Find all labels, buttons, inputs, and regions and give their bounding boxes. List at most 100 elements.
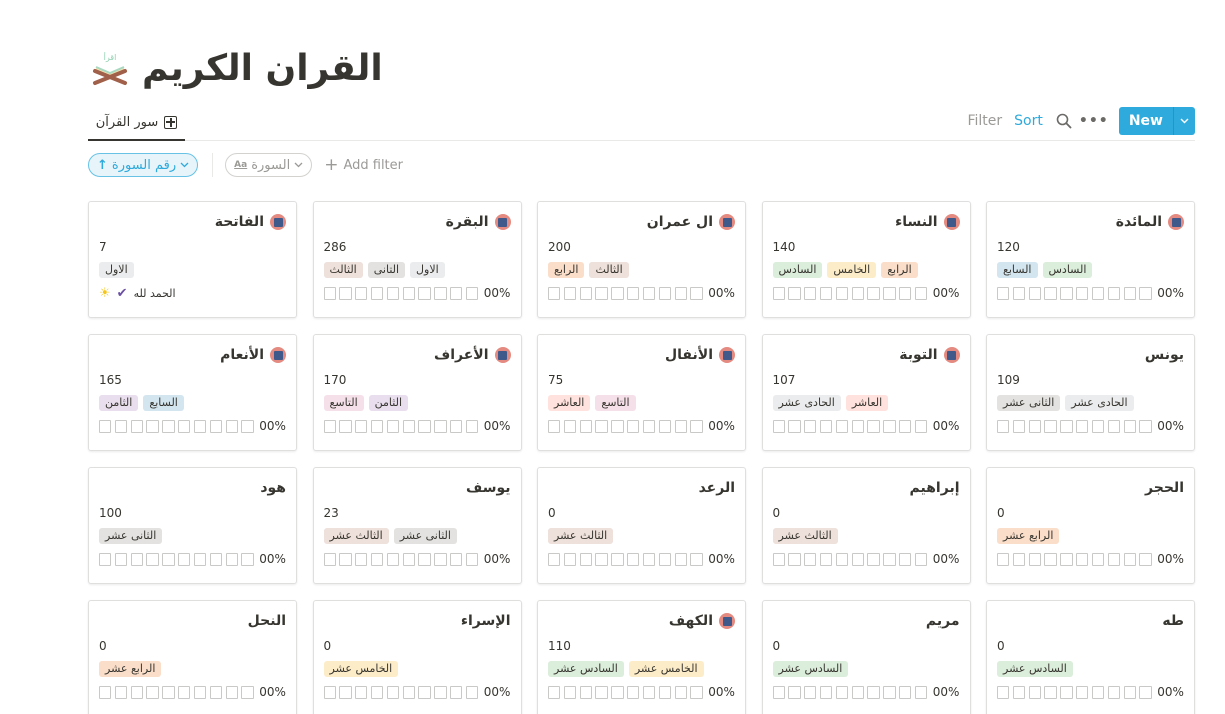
progress-checkbox[interactable]	[99, 552, 112, 566]
sort-button[interactable]: Sort	[1008, 113, 1049, 129]
progress-checkbox[interactable]	[579, 685, 592, 699]
progress-checkbox[interactable]	[355, 552, 368, 566]
progress-checkbox[interactable]	[434, 419, 447, 433]
progress-checkbox[interactable]	[323, 552, 336, 566]
progress-checkbox[interactable]	[674, 552, 687, 566]
progress-checkbox[interactable]	[883, 286, 896, 300]
progress-checkbox[interactable]	[418, 685, 431, 699]
surah-card[interactable]: ال عمران 200 الرابع الثالث 00%	[537, 201, 746, 318]
progress-checkbox[interactable]	[1076, 286, 1089, 300]
progress-checkbox[interactable]	[914, 419, 928, 433]
progress-checkbox[interactable]	[851, 685, 864, 699]
progress-checkbox[interactable]	[450, 286, 463, 300]
progress-checkbox[interactable]	[386, 286, 400, 300]
progress-checkbox[interactable]	[548, 286, 561, 300]
progress-checkbox[interactable]	[162, 552, 175, 566]
progress-checkbox[interactable]	[1028, 685, 1041, 699]
progress-checkbox[interactable]	[1044, 685, 1057, 699]
progress-checkbox[interactable]	[658, 419, 672, 433]
progress-checkbox[interactable]	[402, 286, 415, 300]
progress-checkbox[interactable]	[241, 685, 254, 699]
progress-checkbox[interactable]	[1060, 419, 1073, 433]
progress-checkbox[interactable]	[225, 685, 238, 699]
progress-checkbox[interactable]	[1091, 685, 1105, 699]
progress-checkbox[interactable]	[193, 685, 207, 699]
quran-book-stand-icon[interactable]: اقرأ	[90, 49, 130, 89]
progress-checkbox[interactable]	[690, 552, 703, 566]
progress-checkbox[interactable]	[563, 419, 577, 433]
search-button[interactable]	[1049, 107, 1079, 135]
progress-checkbox[interactable]	[563, 552, 577, 566]
progress-checkbox[interactable]	[386, 685, 400, 699]
progress-checkbox[interactable]	[997, 685, 1010, 699]
progress-checkbox[interactable]	[434, 685, 447, 699]
progress-checkbox[interactable]	[209, 685, 223, 699]
progress-checkbox[interactable]	[465, 419, 479, 433]
progress-checkbox[interactable]	[339, 419, 352, 433]
surah-card[interactable]: الحجر 0 الرابع عشر 00%	[986, 467, 1195, 584]
progress-checkbox[interactable]	[450, 419, 463, 433]
progress-checkbox[interactable]	[611, 685, 624, 699]
progress-checkbox[interactable]	[1107, 685, 1121, 699]
progress-checkbox[interactable]	[835, 419, 849, 433]
progress-checkbox[interactable]	[1012, 685, 1026, 699]
progress-checkbox[interactable]	[1028, 286, 1041, 300]
progress-checkbox[interactable]	[642, 286, 656, 300]
filter-button[interactable]: Filter	[961, 113, 1008, 129]
progress-checkbox[interactable]	[193, 552, 207, 566]
progress-checkbox[interactable]	[883, 419, 896, 433]
progress-checkbox[interactable]	[225, 419, 238, 433]
progress-checkbox[interactable]	[1012, 286, 1026, 300]
progress-checkbox[interactable]	[867, 286, 880, 300]
progress-checkbox[interactable]	[788, 286, 801, 300]
progress-checkbox[interactable]	[772, 419, 785, 433]
progress-checkbox[interactable]	[130, 419, 143, 433]
progress-checkbox[interactable]	[1107, 286, 1121, 300]
tab-quran-surahs[interactable]: سور القرآن	[88, 105, 185, 141]
progress-checkbox[interactable]	[642, 685, 656, 699]
progress-checkbox[interactable]	[867, 419, 880, 433]
new-dropdown-button[interactable]	[1173, 107, 1195, 135]
progress-checkbox[interactable]	[867, 552, 880, 566]
progress-checkbox[interactable]	[130, 685, 143, 699]
surah-card[interactable]: النحل 0 الرابع عشر 00%	[88, 600, 297, 714]
progress-checkbox[interactable]	[899, 419, 912, 433]
progress-checkbox[interactable]	[1091, 419, 1105, 433]
progress-checkbox[interactable]	[162, 419, 175, 433]
progress-checkbox[interactable]	[225, 552, 238, 566]
surah-card[interactable]: يونس 109 الثانى عشر الحادى عشر 00%	[986, 334, 1195, 451]
progress-checkbox[interactable]	[1044, 552, 1057, 566]
progress-checkbox[interactable]	[241, 419, 254, 433]
progress-checkbox[interactable]	[386, 552, 400, 566]
progress-checkbox[interactable]	[339, 685, 352, 699]
progress-checkbox[interactable]	[642, 419, 656, 433]
progress-checkbox[interactable]	[772, 552, 785, 566]
progress-checkbox[interactable]	[1123, 685, 1136, 699]
progress-checkbox[interactable]	[114, 685, 128, 699]
surah-card[interactable]: الفاتحة 7 الاول ☀ ✔ الحمد لله	[88, 201, 297, 318]
progress-checkbox[interactable]	[548, 685, 561, 699]
property-filter-pill[interactable]: Aa السورة	[225, 153, 313, 177]
progress-checkbox[interactable]	[595, 419, 608, 433]
progress-checkbox[interactable]	[355, 419, 368, 433]
progress-checkbox[interactable]	[402, 552, 415, 566]
progress-checkbox[interactable]	[130, 552, 143, 566]
progress-checkbox[interactable]	[867, 685, 880, 699]
progress-checkbox[interactable]	[851, 286, 864, 300]
progress-checkbox[interactable]	[997, 552, 1010, 566]
progress-checkbox[interactable]	[690, 419, 703, 433]
surah-card[interactable]: الكهف 110 السادس عشر الخامس عشر 00%	[537, 600, 746, 714]
progress-checkbox[interactable]	[323, 419, 336, 433]
progress-checkbox[interactable]	[899, 685, 912, 699]
surah-card[interactable]: يوسف 23 الثالث عشر الثانى عشر 00%	[312, 467, 522, 584]
progress-checkbox[interactable]	[804, 286, 817, 300]
progress-checkbox[interactable]	[1107, 552, 1121, 566]
progress-checkbox[interactable]	[627, 552, 640, 566]
surah-card[interactable]: طه 0 السادس عشر 00%	[986, 600, 1195, 714]
progress-checkbox[interactable]	[819, 419, 833, 433]
progress-checkbox[interactable]	[178, 552, 191, 566]
surah-card[interactable]: الرعد 0 الثالث عشر 00%	[537, 467, 746, 584]
progress-checkbox[interactable]	[611, 552, 624, 566]
progress-checkbox[interactable]	[114, 419, 128, 433]
progress-checkbox[interactable]	[835, 685, 849, 699]
